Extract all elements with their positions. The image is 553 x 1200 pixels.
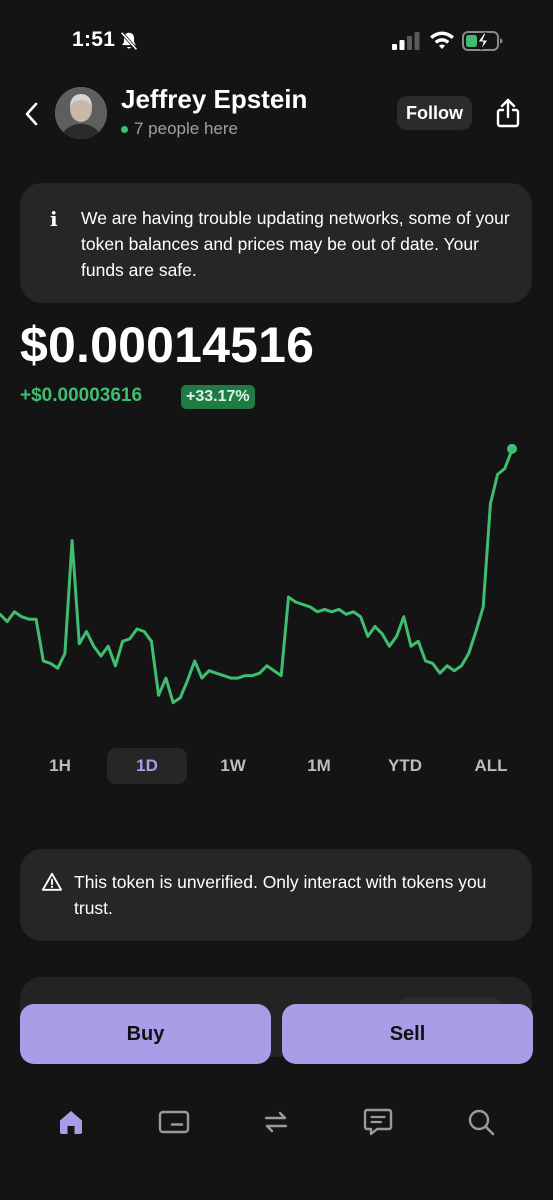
info-banner-text: We are having trouble updating networks,… <box>81 208 510 280</box>
price-line <box>0 448 514 705</box>
battery-charging-icon <box>462 31 503 51</box>
share-button[interactable] <box>491 96 525 130</box>
swap-icon <box>264 1111 288 1133</box>
chevron-left-icon <box>25 102 38 126</box>
presence-indicator: 7 people here <box>121 119 238 139</box>
status-bar: 1:51 <box>0 0 553 80</box>
search-icon <box>468 1109 495 1136</box>
online-dot-icon <box>121 125 128 133</box>
info-icon: i <box>50 207 58 231</box>
unverified-warning-banner: This token is unverified. Only interact … <box>20 849 532 941</box>
warning-icon <box>41 872 63 891</box>
range-tab-ytd[interactable]: YTD <box>377 748 433 784</box>
nav-chat[interactable] <box>358 1102 398 1142</box>
latest-price-point <box>507 443 517 454</box>
bell-muted-icon <box>120 31 138 51</box>
wallet-card-icon <box>158 1110 190 1134</box>
price-chart[interactable] <box>0 430 553 720</box>
token-price: $0.00014516 <box>20 317 315 373</box>
range-tab-1h[interactable]: 1H <box>32 748 88 784</box>
bottom-nav <box>0 1090 553 1150</box>
range-tab-1w[interactable]: 1W <box>205 748 261 784</box>
status-time: 1:51 <box>72 28 116 51</box>
time-range-tabs: 1H 1D 1W 1M YTD ALL <box>0 748 553 784</box>
chat-icon <box>363 1108 393 1136</box>
range-tab-1d[interactable]: 1D <box>107 748 187 784</box>
nav-wallet[interactable] <box>154 1102 194 1142</box>
avatar[interactable] <box>55 87 107 139</box>
share-icon <box>496 98 520 128</box>
change-percent-badge: +33.17% <box>181 385 255 409</box>
nav-search[interactable] <box>461 1102 501 1142</box>
range-tab-1m[interactable]: 1M <box>291 748 347 784</box>
presence-text: 7 people here <box>134 119 238 138</box>
token-name: Jeffrey Epstein <box>121 84 308 114</box>
back-button[interactable] <box>18 98 46 130</box>
range-tab-all[interactable]: ALL <box>463 748 519 784</box>
home-icon <box>60 1111 82 1134</box>
buy-button[interactable]: Buy <box>20 1004 271 1064</box>
network-info-banner: i We are having trouble updating network… <box>20 183 532 303</box>
nav-swap[interactable] <box>256 1102 296 1142</box>
price-change: +$0.00003616 <box>20 385 143 406</box>
sell-button[interactable]: Sell <box>282 1004 533 1064</box>
signal-icon <box>392 32 420 50</box>
avatar-icon <box>55 87 107 139</box>
nav-home[interactable] <box>51 1102 91 1142</box>
warning-text: This token is unverified. Only interact … <box>74 872 487 918</box>
wifi-icon <box>430 31 454 49</box>
follow-button[interactable]: Follow <box>397 96 472 130</box>
